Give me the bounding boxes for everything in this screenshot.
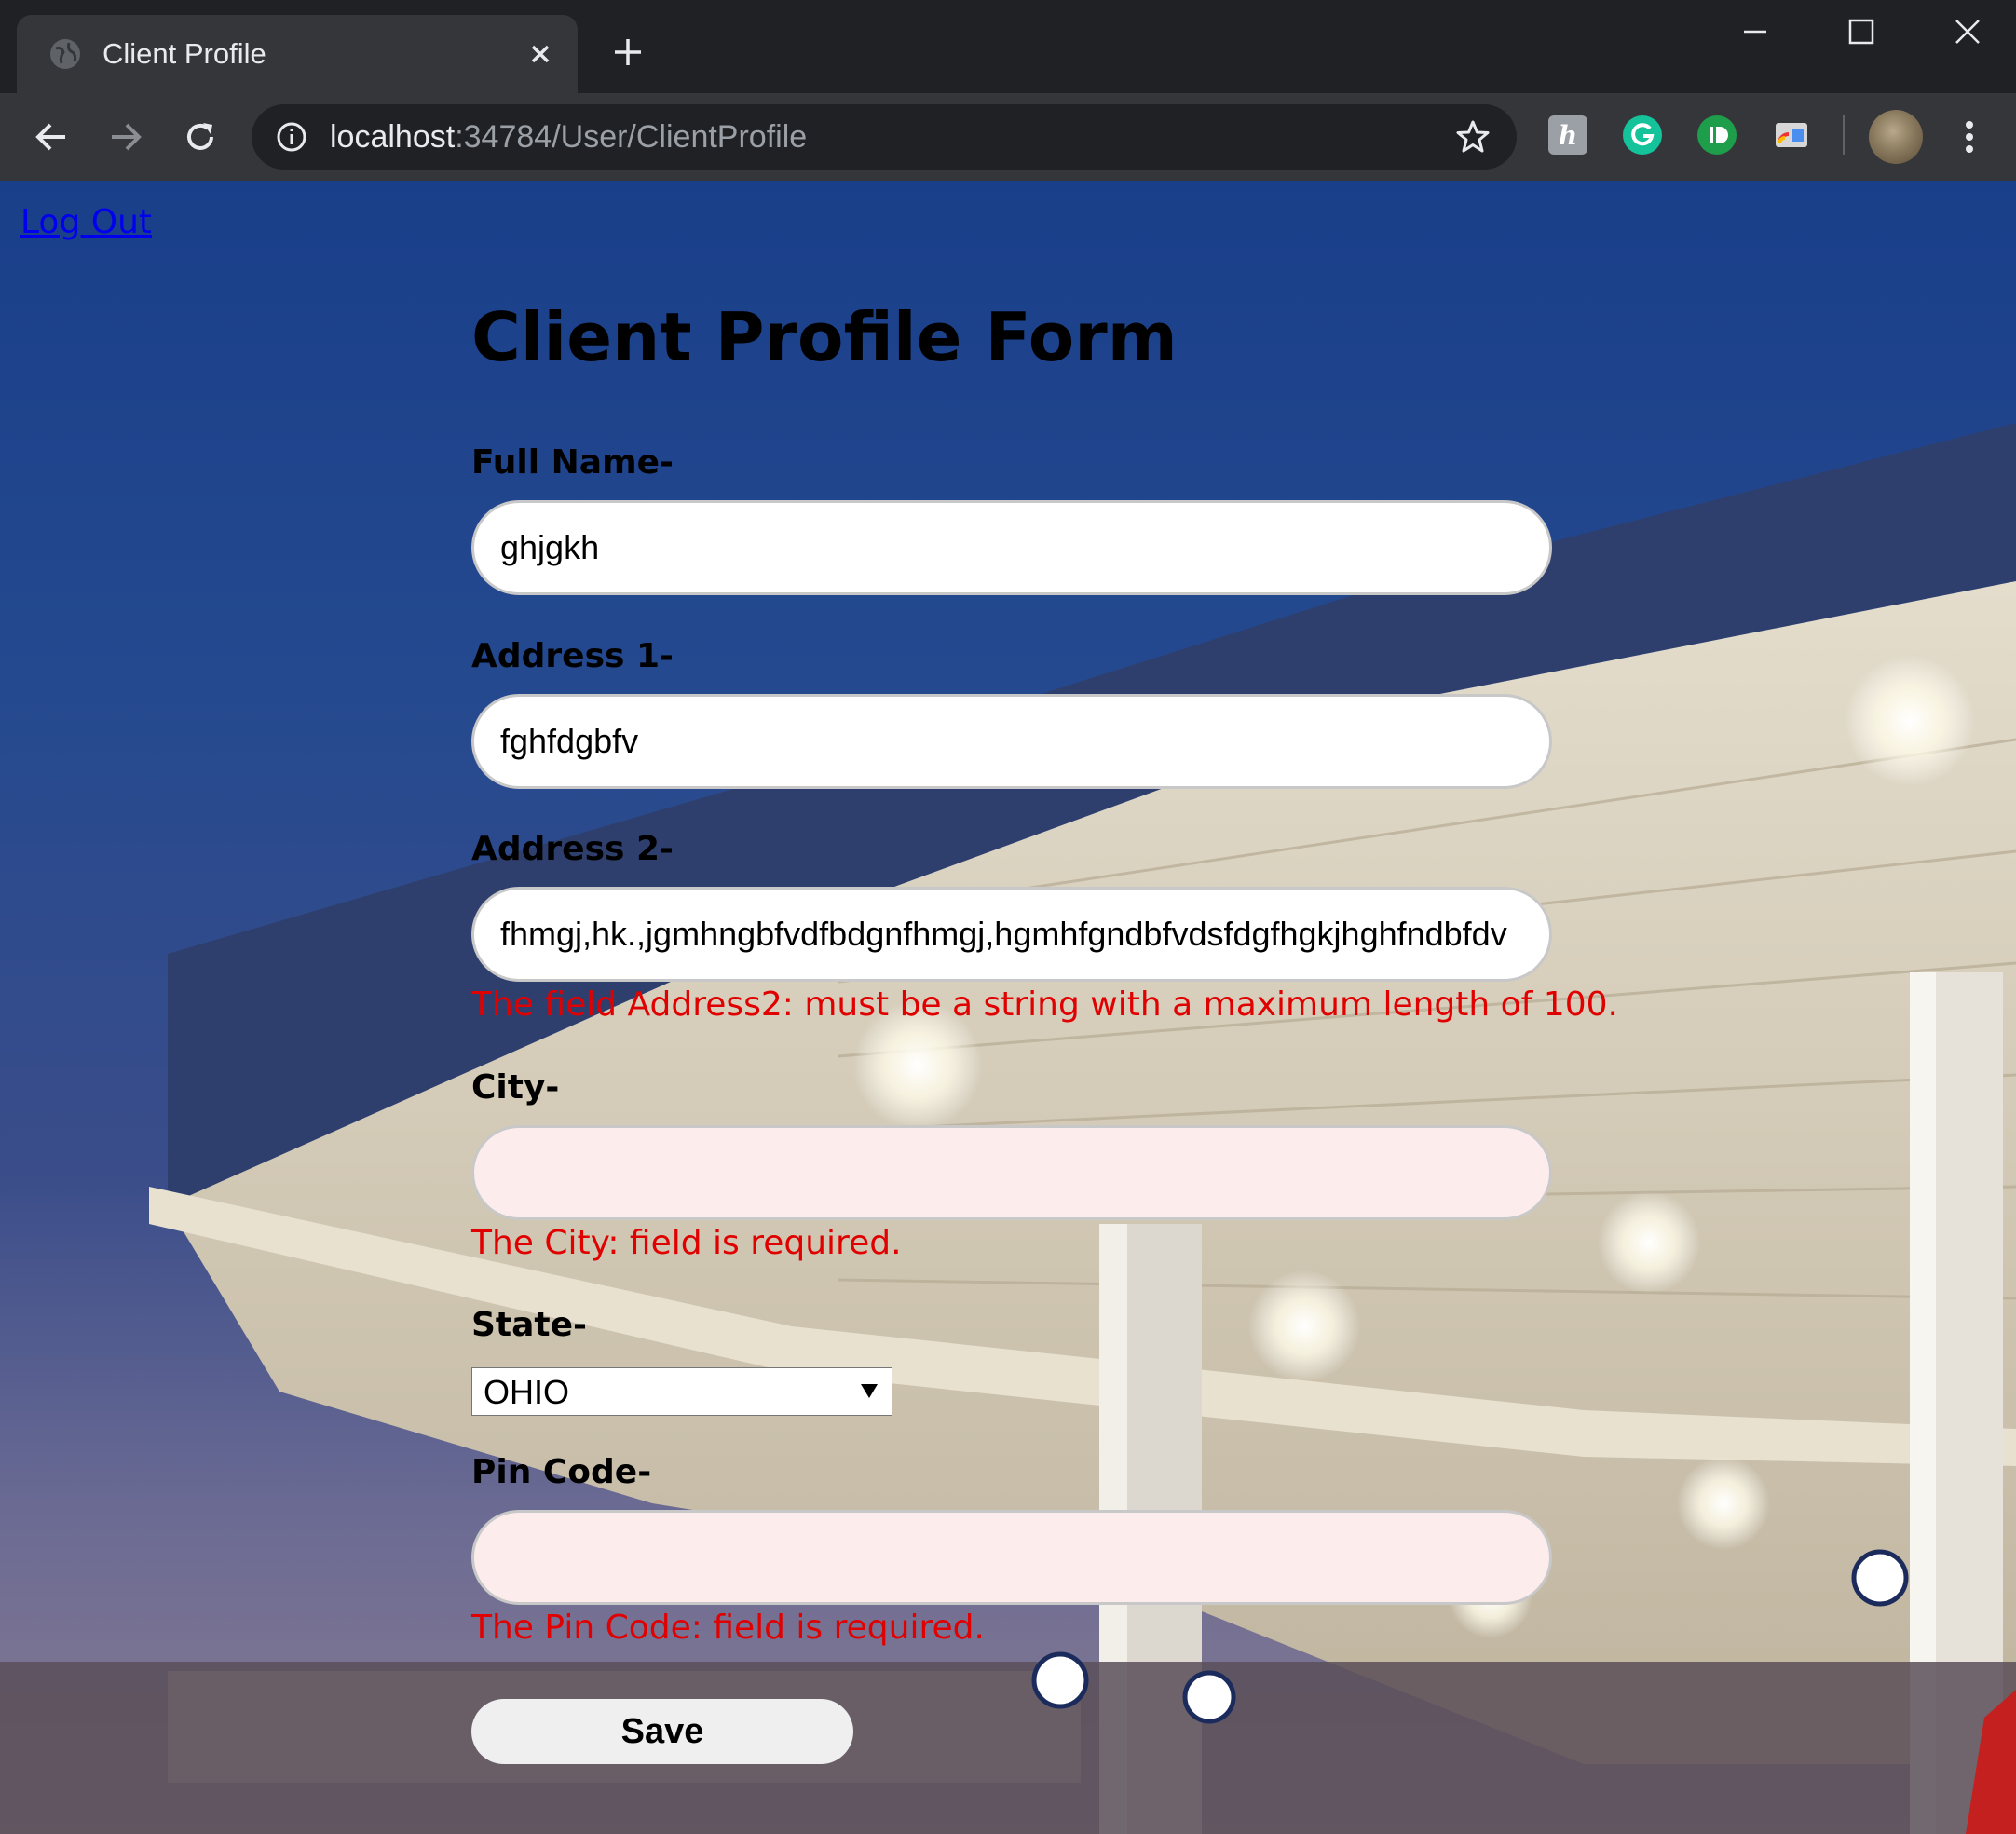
minimize-icon[interactable] [1737, 13, 1774, 50]
url-text: localhost:34784/User/ClientProfile [330, 104, 807, 170]
url-host: localhost [330, 119, 456, 155]
profile-avatar[interactable] [1869, 110, 1923, 164]
city-error: The City: field is required. [471, 1224, 902, 1262]
svg-text:h: h [1559, 120, 1577, 151]
city-label: City- [471, 1068, 560, 1107]
window-close-icon[interactable] [1949, 13, 1986, 50]
tab-title: Client Profile [102, 37, 266, 70]
id-extension-icon[interactable] [1697, 115, 1737, 155]
plus-icon[interactable] [611, 35, 645, 69]
star-icon[interactable] [1455, 119, 1491, 155]
dropdown-arrow-icon [861, 1384, 878, 1398]
cast-extension-icon[interactable] [1772, 115, 1811, 155]
page-title: Client Profile Form [471, 298, 1178, 376]
save-button[interactable]: Save [471, 1699, 853, 1764]
info-icon[interactable] [276, 121, 307, 153]
address2-error: The field Address2: must be a string wit… [471, 985, 1618, 1024]
grammarly-extension-icon[interactable] [1623, 115, 1662, 155]
toolbar-separator [1843, 115, 1845, 155]
full-name-label: Full Name- [471, 443, 674, 482]
state-select[interactable]: OHIO [471, 1367, 892, 1416]
state-selected-value: OHIO [484, 1373, 570, 1411]
honey-extension-icon[interactable]: h [1548, 115, 1587, 155]
url-path: :34784/User/ClientProfile [455, 119, 808, 155]
forward-arrow-icon[interactable] [106, 117, 145, 156]
close-icon[interactable] [524, 37, 557, 71]
reload-icon[interactable] [181, 117, 220, 156]
page-viewport: Log Out Client Profile Form Full Name- A… [0, 181, 2016, 1834]
logout-link[interactable]: Log Out [20, 203, 152, 241]
browser-tab-bar: Client Profile [0, 0, 2016, 93]
browser-tab[interactable]: Client Profile [17, 15, 578, 93]
address1-label: Address 1- [471, 637, 674, 675]
address2-input[interactable] [471, 887, 1552, 982]
pin-code-label: Pin Code- [471, 1453, 652, 1491]
state-label: State- [471, 1306, 587, 1344]
address-bar[interactable]: localhost:34784/User/ClientProfile [252, 104, 1517, 170]
pin-code-input[interactable] [471, 1510, 1552, 1605]
pin-code-error: The Pin Code: field is required. [471, 1609, 985, 1647]
back-arrow-icon[interactable] [32, 117, 71, 156]
full-name-input[interactable] [471, 500, 1552, 595]
address2-label: Address 2- [471, 830, 674, 868]
globe-icon [50, 39, 80, 69]
address1-input[interactable] [471, 694, 1552, 789]
maximize-icon[interactable] [1843, 13, 1880, 50]
kebab-menu-icon[interactable] [1956, 117, 1982, 156]
city-input[interactable] [471, 1125, 1552, 1220]
